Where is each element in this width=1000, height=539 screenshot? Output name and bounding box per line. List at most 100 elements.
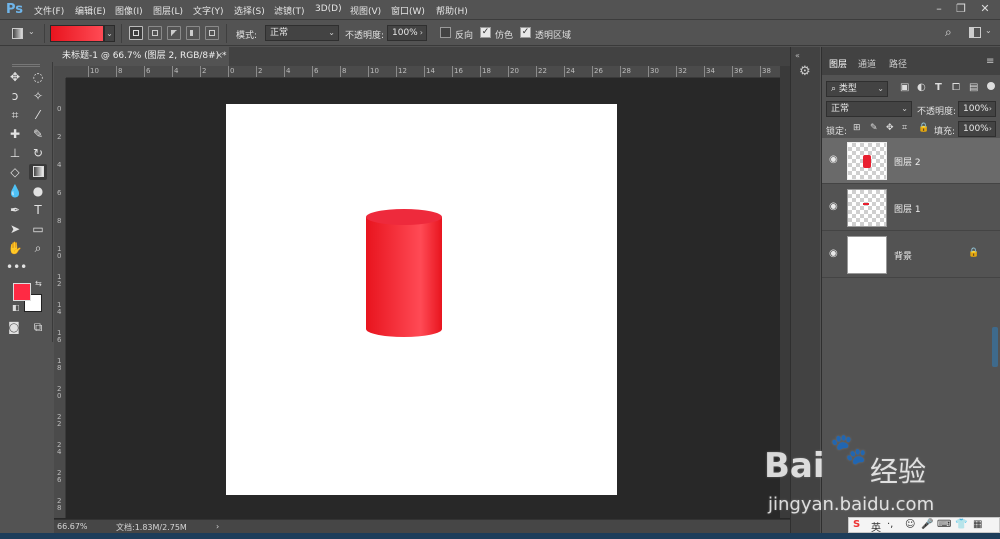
eraser-tool-icon[interactable]: ◇ (6, 164, 24, 180)
gradient-tool-icon[interactable] (29, 164, 47, 180)
document-canvas[interactable] (226, 104, 617, 495)
brush-tool-icon[interactable]: ✎ (29, 126, 47, 142)
panel-menu-icon[interactable]: ≡ (986, 56, 994, 67)
layer-name[interactable]: 背景 (894, 249, 912, 262)
menu-3d[interactable]: 3D(D) (315, 4, 342, 14)
eyedropper-tool-icon[interactable]: ⁄ (29, 107, 47, 123)
screen-mode-icon[interactable]: ⧉ (29, 319, 47, 335)
layer-row-layer1[interactable]: ◉ 图层 1 (822, 185, 1000, 231)
tab-layers[interactable]: 图层 (829, 57, 847, 70)
punctuation-icon[interactable]: ·, (887, 519, 893, 530)
panel-scroll-handle[interactable] (992, 327, 998, 367)
close-tab-icon[interactable]: × (215, 47, 223, 66)
reflected-gradient-icon[interactable] (186, 26, 200, 40)
menu-image[interactable]: 图像(I) (115, 4, 143, 17)
filter-pixel-icon[interactable]: ▣ (900, 82, 909, 93)
filter-type-icon[interactable]: T (935, 82, 942, 93)
marquee-tool-icon[interactable]: ◌ (29, 69, 47, 85)
lock-artboard-icon[interactable]: ⌗ (902, 123, 907, 133)
search-icon[interactable]: ⌕ (945, 25, 952, 40)
workspace-icon[interactable] (969, 27, 981, 38)
lasso-tool-icon[interactable]: ↄ (6, 88, 24, 104)
tool-preset-picker[interactable]: ⌄ (10, 26, 38, 41)
microphone-icon[interactable]: 🎤 (921, 519, 933, 530)
quick-mask-icon[interactable]: ◙ (5, 319, 23, 335)
dodge-tool-icon[interactable]: ● (29, 183, 47, 199)
lock-brush-icon[interactable]: ✎ (870, 123, 878, 133)
swap-colors-icon[interactable]: ⇆ (35, 279, 42, 288)
layer-row-background[interactable]: ◉ 背景 🔒 (822, 232, 1000, 278)
toolbox-icon[interactable]: ▦ (973, 519, 982, 530)
transparency-checkbox[interactable]: ✓ (520, 27, 531, 38)
dither-checkbox[interactable]: ✓ (480, 27, 491, 38)
keyboard-icon[interactable]: ⌨ (937, 519, 951, 530)
restore-icon[interactable]: ❐ (952, 1, 970, 17)
document-tab[interactable]: 未标题-1 @ 66.7% (图层 2, RGB/8#) * × (54, 47, 229, 66)
reverse-checkbox[interactable] (440, 27, 451, 38)
close-window-icon[interactable]: ✕ (976, 1, 994, 17)
ime-language-label[interactable]: 英 (871, 519, 881, 534)
zoom-tool-icon[interactable]: ⌕ (29, 240, 47, 256)
status-menu-arrow[interactable]: › (216, 522, 219, 531)
menu-filter[interactable]: 滤镜(T) (274, 4, 305, 17)
hand-tool-icon[interactable]: ✋ (6, 240, 24, 256)
rectangle-tool-icon[interactable]: ▭ (29, 221, 47, 237)
opacity-input[interactable]: 100% › (387, 25, 427, 41)
menu-file[interactable]: 文件(F) (34, 4, 64, 17)
lock-all-icon[interactable]: 🔒 (918, 123, 929, 133)
menu-window[interactable]: 窗口(W) (391, 4, 425, 17)
menu-help[interactable]: 帮助(H) (436, 4, 468, 17)
visibility-eye-icon[interactable]: ◉ (829, 201, 838, 212)
layer-row-layer2[interactable]: ◉ 图层 2 (822, 138, 1000, 184)
zoom-level[interactable]: 66.67% (57, 522, 88, 531)
minimize-icon[interactable]: – (930, 1, 948, 17)
blur-tool-icon[interactable]: 💧 (6, 183, 24, 199)
emoji-icon[interactable]: ☺ (905, 519, 915, 530)
foreground-color-swatch[interactable] (13, 283, 31, 301)
filter-toggle-icon[interactable] (987, 82, 995, 90)
menu-type[interactable]: 文字(Y) (193, 4, 224, 17)
layer-opacity-input[interactable]: 100% › (958, 101, 996, 117)
skin-icon[interactable]: 👕 (955, 519, 967, 530)
angle-gradient-icon[interactable] (167, 26, 181, 40)
move-tool-icon[interactable]: ✥ (6, 69, 24, 85)
default-colors-icon[interactable]: ◧ (12, 303, 20, 312)
fill-input[interactable]: 100% › (958, 121, 996, 137)
diamond-gradient-icon[interactable] (205, 26, 219, 40)
layer-name[interactable]: 图层 1 (894, 202, 921, 215)
radial-gradient-icon[interactable] (148, 26, 162, 40)
magic-wand-tool-icon[interactable]: ✧ (29, 88, 47, 104)
layer-name[interactable]: 图层 2 (894, 155, 921, 168)
collapse-icon[interactable]: « (795, 51, 800, 60)
more-tools-icon[interactable]: ••• (6, 259, 27, 275)
path-selection-tool-icon[interactable]: ➤ (6, 221, 24, 237)
filter-shape-icon[interactable]: ⧠ (952, 82, 960, 93)
tab-paths[interactable]: 路径 (889, 57, 907, 70)
menu-view[interactable]: 视图(V) (350, 4, 381, 17)
lock-move-icon[interactable]: ✥ (886, 123, 894, 133)
lock-transparent-icon[interactable]: ⊞ (853, 123, 861, 133)
history-brush-tool-icon[interactable]: ↻ (29, 145, 47, 161)
chevron-down-icon[interactable]: ⌄ (985, 26, 992, 35)
sogou-logo-icon[interactable]: S (853, 519, 860, 530)
pen-tool-icon[interactable]: ✒ (6, 202, 24, 218)
menu-select[interactable]: 选择(S) (234, 4, 265, 17)
blend-mode-select[interactable]: 正常 ⌄ (826, 101, 912, 117)
properties-icon[interactable]: ⚙ (799, 64, 811, 79)
gradient-dropdown-chevron-icon[interactable]: ⌄ (104, 25, 115, 42)
visibility-eye-icon[interactable]: ◉ (829, 248, 838, 259)
gradient-swatch[interactable] (50, 25, 104, 42)
menu-layer[interactable]: 图层(L) (153, 4, 183, 17)
menu-edit[interactable]: 编辑(E) (75, 4, 106, 17)
filter-smart-object-icon[interactable]: ▤ (969, 82, 978, 93)
visibility-eye-icon[interactable]: ◉ (829, 154, 838, 165)
filter-adjustment-icon[interactable]: ◐ (917, 82, 926, 93)
type-tool-icon[interactable]: T (29, 202, 47, 218)
tab-channels[interactable]: 通道 (858, 57, 876, 70)
linear-gradient-icon[interactable] (129, 26, 143, 40)
mode-select[interactable]: 正常 ⌄ (265, 25, 339, 41)
crop-tool-icon[interactable]: ⌗ (6, 107, 24, 123)
clone-stamp-tool-icon[interactable]: ⊥ (6, 145, 24, 161)
layer-filter-select[interactable]: ⌕ 类型 ⌄ (826, 81, 888, 97)
healing-brush-tool-icon[interactable]: ✚ (6, 126, 24, 142)
